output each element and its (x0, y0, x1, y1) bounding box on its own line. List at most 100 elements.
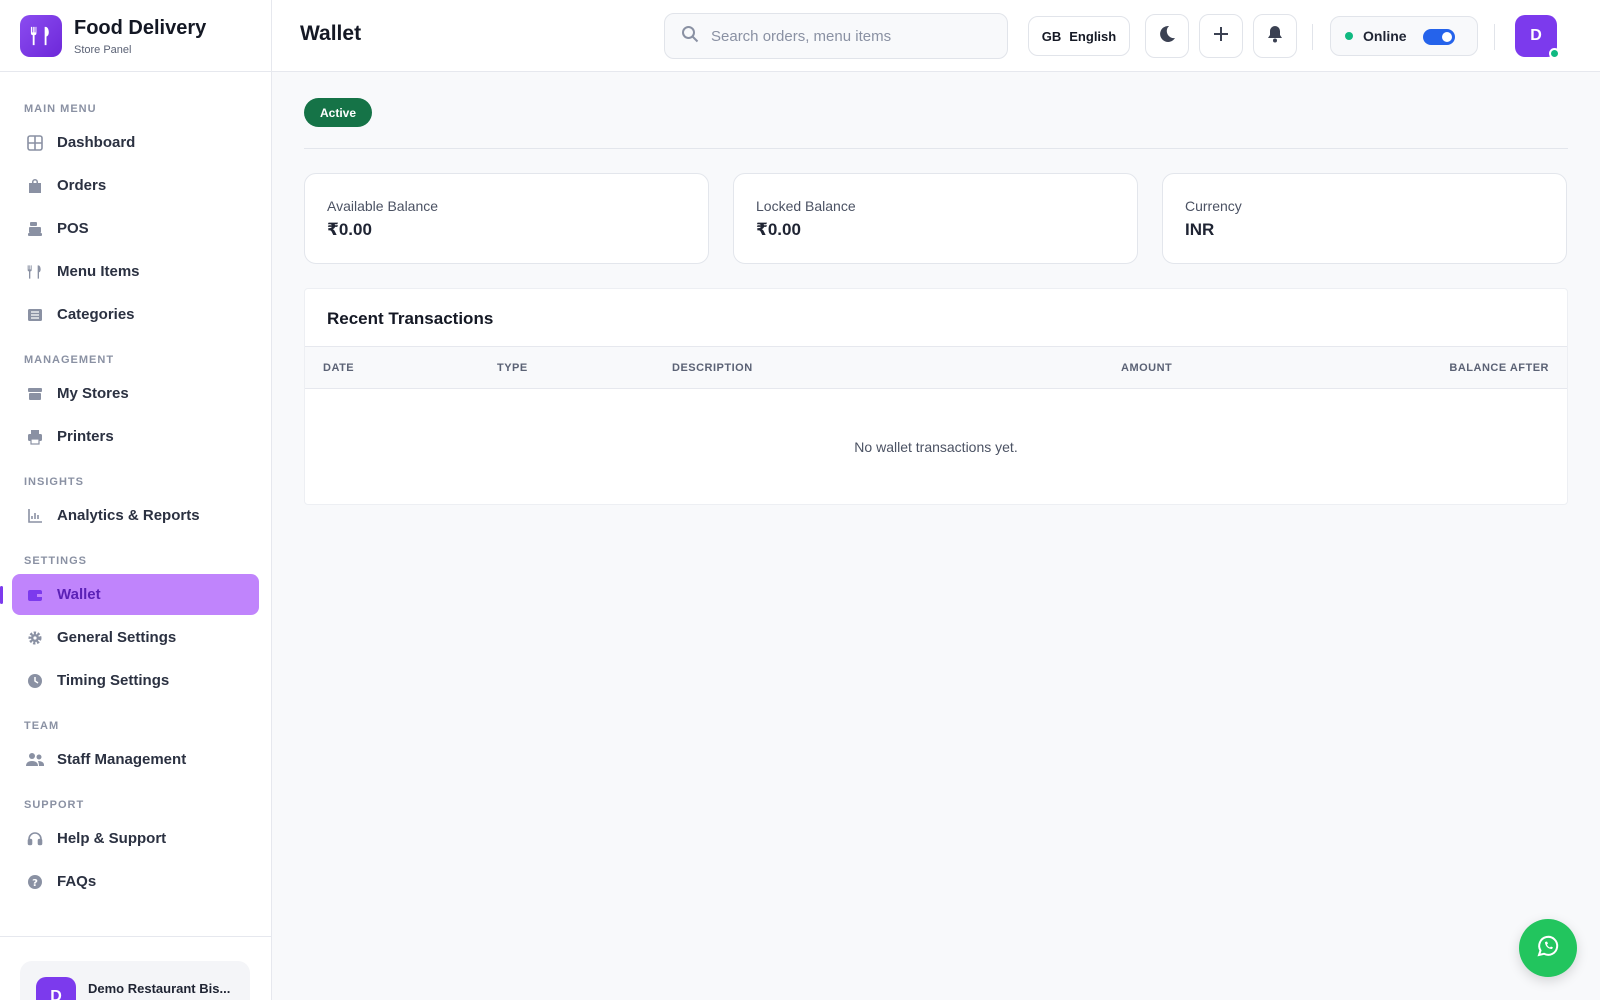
sidebar: Food Delivery Store Panel MAIN MENU Dash… (0, 0, 272, 1000)
language-name: English (1069, 28, 1117, 44)
status-dot-icon (1345, 32, 1353, 40)
section-team: TEAM (24, 720, 60, 732)
sidebar-item-label: Categories (57, 306, 135, 323)
wallet-icon (26, 586, 44, 604)
card-value: ₹0.00 (756, 220, 801, 239)
headset-icon (26, 830, 44, 848)
column-header-amount: AMOUNT (1121, 362, 1173, 374)
sidebar-item-printers[interactable]: Printers (12, 416, 259, 457)
page-title: Wallet (300, 22, 362, 45)
table-title: Recent Transactions (327, 309, 494, 328)
cash-register-icon (26, 220, 44, 238)
section-management: MANAGEMENT (24, 354, 115, 366)
question-circle-icon: ? (26, 873, 44, 891)
sidebar-item-faqs[interactable]: ? FAQs (12, 861, 259, 902)
theme-toggle-button[interactable] (1145, 14, 1189, 58)
column-header-type: TYPE (497, 362, 528, 374)
sidebar-item-label: Orders (57, 177, 107, 194)
sidebar-item-orders[interactable]: Orders (12, 165, 259, 206)
sidebar-item-label: General Settings (57, 629, 177, 646)
divider (1494, 24, 1495, 50)
card-value: ₹0.00 (327, 220, 372, 239)
online-indicator-icon (1549, 48, 1560, 59)
sidebar-item-help[interactable]: Help & Support (12, 818, 259, 859)
clock-icon (26, 672, 44, 690)
status-label: Online (1363, 28, 1407, 44)
transactions-table: Recent Transactions DATE TYPE DESCRIPTIO… (304, 288, 1568, 505)
sidebar-item-general-settings[interactable]: General Settings (12, 617, 259, 658)
card-label: Currency (1185, 198, 1242, 214)
column-header-date: DATE (323, 362, 355, 374)
avatar-initial: D (1530, 27, 1542, 44)
column-header-balance-after: BALANCE AFTER (1449, 362, 1549, 374)
currency-card: Currency INR (1162, 173, 1567, 264)
sidebar-item-label: My Stores (57, 385, 129, 402)
balance-cards: Available Balance ₹0.00 Locked Balance ₹… (304, 173, 1568, 264)
user-avatar[interactable]: D (1515, 15, 1560, 59)
sidebar-item-wallet[interactable]: Wallet (0, 574, 259, 615)
section-support: SUPPORT (24, 799, 85, 811)
add-button[interactable] (1199, 14, 1243, 58)
sidebar-nav: MAIN MENU Dashboard Orders POS Menu Item… (0, 72, 271, 902)
plus-icon (1212, 25, 1230, 48)
sidebar-item-label: FAQs (57, 873, 97, 890)
sidebar-item-label: Printers (57, 428, 114, 445)
printer-icon (26, 428, 44, 446)
divider (304, 148, 1568, 149)
sidebar-item-staff[interactable]: Staff Management (12, 739, 259, 780)
brand[interactable]: Food Delivery Store Panel (0, 0, 271, 72)
restaurant-logo-icon (20, 14, 62, 57)
store-profile-card[interactable]: D Demo Restaurant Bis... (20, 961, 250, 1000)
table-header: DATE TYPE DESCRIPTION AMOUNT BALANCE AFT… (305, 346, 1567, 389)
sidebar-item-label: Menu Items (57, 263, 140, 280)
language-code: GB (1041, 28, 1062, 44)
search-icon (681, 25, 699, 48)
notifications-button[interactable] (1253, 14, 1297, 58)
available-balance-card: Available Balance ₹0.00 (304, 173, 709, 264)
divider (1312, 24, 1313, 50)
sidebar-item-label: POS (57, 220, 89, 237)
whatsapp-icon (1536, 934, 1560, 963)
moon-icon (1158, 25, 1176, 48)
sidebar-item-my-stores[interactable]: My Stores (12, 373, 259, 414)
sidebar-footer: D Demo Restaurant Bis... (0, 936, 271, 1000)
section-main-menu: MAIN MENU (24, 103, 97, 115)
sidebar-item-analytics[interactable]: Analytics & Reports (12, 495, 259, 536)
topbar: Wallet GB English Online D (272, 0, 1600, 72)
list-icon (26, 306, 44, 324)
search-box[interactable] (664, 13, 1008, 59)
sidebar-item-timing-settings[interactable]: Timing Settings (12, 660, 259, 701)
bell-icon (1266, 25, 1284, 48)
section-insights: INSIGHTS (24, 476, 84, 488)
gear-icon (26, 629, 44, 647)
sidebar-item-label: Analytics & Reports (57, 507, 200, 524)
users-icon (26, 751, 44, 769)
sidebar-item-label: Help & Support (57, 830, 167, 847)
locked-balance-card: Locked Balance ₹0.00 (733, 173, 1138, 264)
status-badge: Active (304, 98, 373, 127)
sidebar-item-menu-items[interactable]: Menu Items (12, 251, 259, 292)
avatar: D (36, 977, 76, 1000)
sidebar-item-label: Staff Management (57, 751, 187, 768)
chart-icon (26, 507, 44, 525)
online-status[interactable]: Online (1330, 16, 1478, 56)
sidebar-item-label: Dashboard (57, 134, 136, 151)
empty-state-text: No wallet transactions yet. (854, 439, 1018, 455)
card-value: INR (1185, 220, 1215, 239)
sidebar-item-label: Wallet (57, 586, 101, 603)
language-selector[interactable]: GB English (1028, 16, 1130, 56)
brand-subtitle: Store Panel (74, 43, 132, 56)
sidebar-item-dashboard[interactable]: Dashboard (12, 122, 259, 163)
card-label: Available Balance (327, 198, 439, 214)
utensils-icon (26, 263, 44, 281)
store-name: Demo Restaurant Bis... (88, 981, 231, 996)
section-settings: SETTINGS (24, 555, 88, 567)
online-toggle[interactable] (1423, 29, 1455, 45)
toggle-knob (1442, 32, 1452, 42)
search-input[interactable] (711, 27, 981, 45)
whatsapp-button[interactable] (1519, 919, 1577, 977)
sidebar-item-pos[interactable]: POS (12, 208, 259, 249)
sidebar-item-categories[interactable]: Categories (12, 294, 259, 335)
svg-text:?: ? (32, 878, 38, 889)
column-header-description: DESCRIPTION (672, 362, 753, 374)
